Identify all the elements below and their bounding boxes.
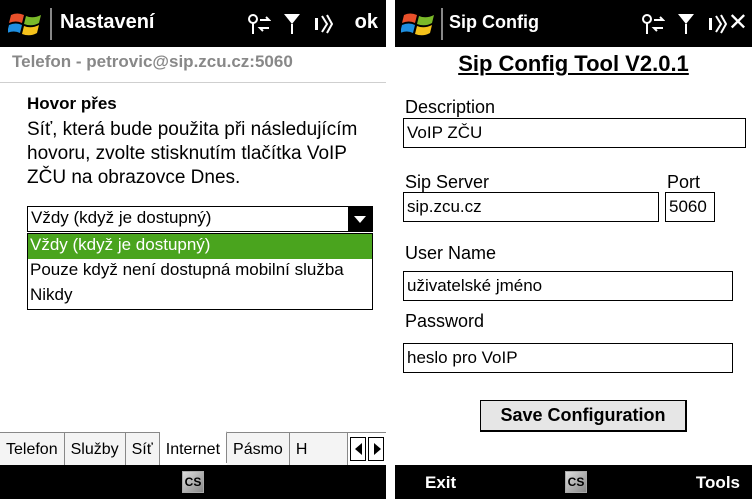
network-combo[interactable]: Vždy (když je dostupný) bbox=[27, 206, 373, 232]
tools-softkey[interactable]: Tools bbox=[696, 473, 740, 493]
section-title: Hovor přes bbox=[27, 94, 117, 113]
ok-button[interactable]: ok bbox=[355, 11, 378, 34]
dropdown-option[interactable]: Pouze když není dostupná mobilní služba bbox=[28, 259, 372, 284]
sip-config-screen: Sip Config ✕ Sip Config Tool V2.0.1 Desc… bbox=[395, 0, 752, 499]
tab-pasmo[interactable]: Pásmo bbox=[227, 433, 290, 465]
description-label: Description bbox=[405, 97, 496, 117]
connectivity-icon[interactable] bbox=[247, 12, 271, 36]
tab-sluzby[interactable]: Služby bbox=[64, 433, 126, 465]
title-separator bbox=[50, 8, 52, 40]
sip-server-label: Sip Server bbox=[405, 172, 490, 192]
tab-sit[interactable]: Síť bbox=[125, 433, 160, 465]
window-title: Nastavení bbox=[60, 11, 155, 33]
cs-keyboard-icon[interactable]: CS bbox=[182, 471, 204, 493]
chevron-left-icon[interactable] bbox=[350, 437, 366, 461]
exit-softkey[interactable]: Exit bbox=[425, 473, 456, 493]
title-separator bbox=[441, 8, 443, 40]
signal-icon[interactable] bbox=[283, 12, 301, 36]
signal-icon[interactable] bbox=[677, 12, 695, 36]
description-field[interactable]: VoIP ZČU bbox=[403, 118, 746, 148]
windows-start-icon[interactable] bbox=[8, 9, 44, 39]
network-dropdown-list: Vždy (když je dostupný) Pouze když není … bbox=[27, 233, 373, 310]
save-configuration-button[interactable]: Save Configuration bbox=[480, 400, 687, 432]
volume-icon[interactable] bbox=[313, 12, 333, 36]
combo-value: Vždy (když je dostupný) bbox=[31, 208, 212, 227]
dropdown-option[interactable]: Nikdy bbox=[28, 284, 372, 309]
description-text: Síť, která bude použita při následujícím… bbox=[27, 119, 358, 188]
sip-server-field[interactable]: sip.zcu.cz bbox=[403, 192, 659, 222]
chevron-right-icon[interactable] bbox=[368, 437, 384, 461]
tab-internet[interactable]: Internet bbox=[159, 431, 228, 463]
password-field[interactable]: heslo pro VoIP bbox=[403, 343, 733, 373]
volume-icon[interactable] bbox=[707, 12, 727, 36]
softkey-bar: CS bbox=[0, 465, 386, 499]
connectivity-icon[interactable] bbox=[641, 12, 665, 36]
settings-screen: Nastavení ok Telefon - petrovic@sip.zcu.… bbox=[0, 0, 386, 499]
tab-scroll-buttons bbox=[350, 437, 384, 461]
chevron-down-icon[interactable] bbox=[348, 207, 372, 231]
title-bar: Nastavení ok bbox=[0, 0, 386, 47]
tab-partial[interactable]: H bbox=[289, 433, 349, 465]
status-icons bbox=[247, 9, 333, 39]
title-bar: Sip Config ✕ bbox=[395, 0, 752, 47]
windows-start-icon[interactable] bbox=[401, 9, 437, 39]
dropdown-option[interactable]: Vždy (když je dostupný) bbox=[28, 234, 372, 259]
username-field[interactable]: uživatelské jméno bbox=[403, 271, 733, 301]
tab-telefon[interactable]: Telefon bbox=[0, 433, 65, 465]
port-field[interactable]: 5060 bbox=[665, 192, 715, 222]
tool-title: Sip Config Tool V2.0.1 bbox=[458, 51, 689, 76]
close-icon[interactable]: ✕ bbox=[728, 8, 748, 37]
port-label: Port bbox=[667, 172, 701, 192]
window-title: Sip Config bbox=[449, 12, 539, 32]
account-header: Telefon - petrovic@sip.zcu.cz:5060 bbox=[12, 52, 293, 71]
screen-divider bbox=[386, 0, 395, 499]
cs-keyboard-icon[interactable]: CS bbox=[565, 471, 587, 493]
password-label: Password bbox=[405, 311, 485, 331]
username-label: User Name bbox=[405, 243, 497, 263]
status-icons bbox=[641, 9, 727, 39]
header-divider bbox=[0, 82, 386, 83]
tab-bar: Telefon Služby Síť Internet Pásmo H bbox=[0, 431, 386, 465]
softkey-bar: Exit CS Tools bbox=[395, 465, 752, 499]
